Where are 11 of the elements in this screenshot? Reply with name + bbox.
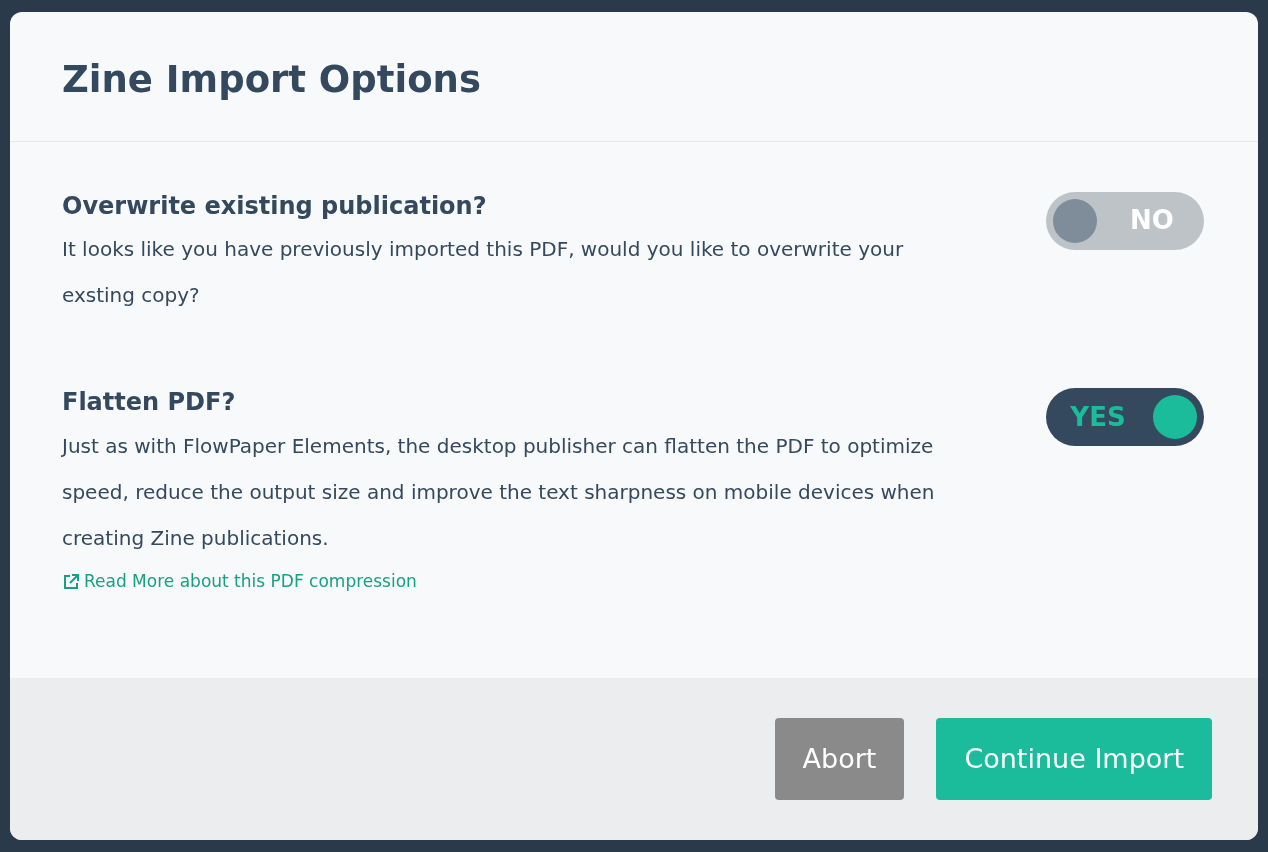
abort-button[interactable]: Abort <box>774 718 905 800</box>
option-title: Flatten PDF? <box>62 388 237 418</box>
option-description: Just as with FlowPaper Elements, the desktop publisher can flatten the PDF to optimize speed, reduce the output size and improve the text sharpness on mobile devices when creating Zine publications. <box>62 433 936 553</box>
toggle-switch[interactable]: YES <box>1046 388 1204 447</box>
read-more-link[interactable]: Read More about this PDF compression <box>62 569 417 595</box>
continue-button[interactable]: Continue Import <box>936 718 1212 800</box>
option-title: Overwrite existing publication? <box>62 191 488 221</box>
option-description: It looks like you have previously imported this PDF, would you like to overwrite your exsting copy? <box>62 236 905 310</box>
dialog-title: Zine Import Options <box>62 60 482 101</box>
toggle-switch[interactable]: NO <box>1046 191 1204 250</box>
external-link-icon <box>62 573 80 592</box>
